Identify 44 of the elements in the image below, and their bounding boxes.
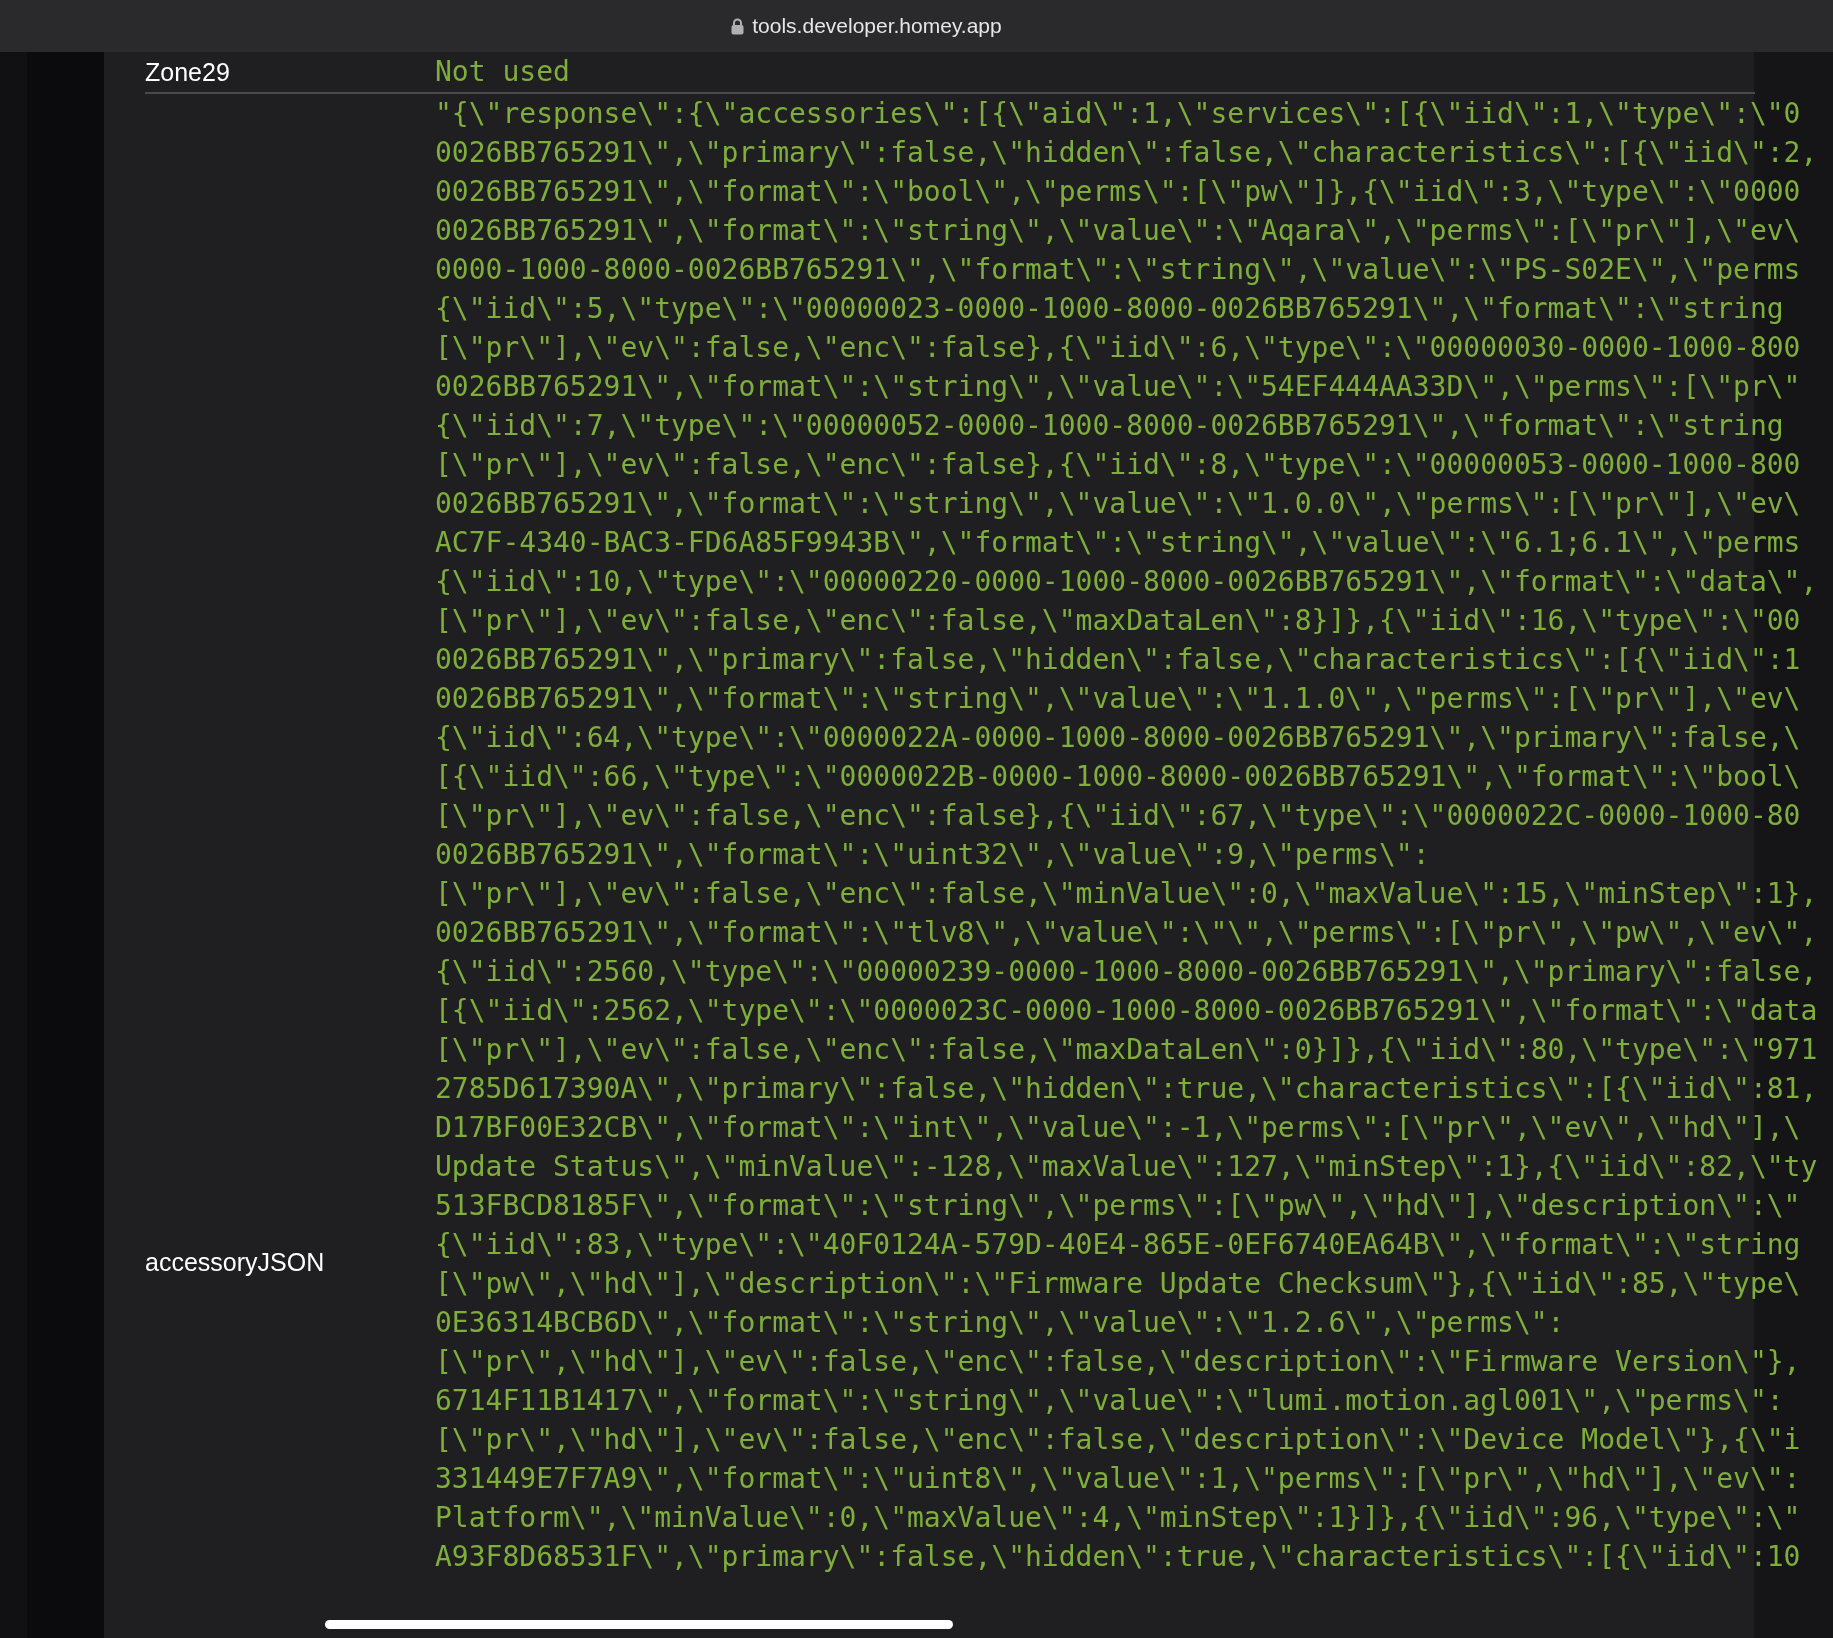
code-line: 2785D617390A\",\"primary\":false,\"hidden\":true,\"characteristics\":[{\"iid\":81, xyxy=(435,1071,1818,1107)
code-line: "{\"response\":{\"accessories\":[{\"aid\":1,\"services\":[{\"iid\":1,\"type\":\"0 xyxy=(435,96,1802,132)
field-label: Zone29 xyxy=(145,57,231,88)
code-line: Update Status\",\"minValue\":-128,\"maxValue\":127,\"minStep\":1},{\"iid\":82,\"ty xyxy=(435,1149,1818,1185)
code-line: 513FBCD8185F\",\"format\":\"string\",\"perms\":[\"pw\",\"hd\"],\"description\":\" xyxy=(435,1188,1802,1224)
code-line: {\"iid\":7,\"type\":\"00000052-0000-1000-8000-0026BB765291\",\"format\":\"string xyxy=(435,408,1785,444)
url-text: tools.developer.homey.app xyxy=(752,13,1002,40)
browser-address-bar[interactable]: tools.developer.homey.app xyxy=(0,0,1833,52)
code-line: A93F8D68531F\",\"primary\":false,\"hidden\":true,\"characteristics\":[{\"iid\":10 xyxy=(435,1539,1802,1575)
code-line: {\"iid\":83,\"type\":\"40F0124A-579D-40E4-865E-0EF6740EA64B\",\"format\":\"string xyxy=(435,1227,1802,1263)
code-line: {\"iid\":5,\"type\":\"00000023-0000-1000-8000-0026BB765291\",\"format\":\"string xyxy=(435,291,1785,327)
code-line: [\"pr\"],\"ev\":false,\"enc\":false,\"minValue\":0,\"maxValue\":15,\"minStep\":1}, xyxy=(435,876,1818,912)
code-line: 6714F11B1417\",\"format\":\"string\",\"value\":\"lumi.motion.agl001\",\"perms\": xyxy=(435,1383,1785,1419)
lock-icon xyxy=(731,17,745,35)
code-line: 0026BB765291\",\"format\":\"tlv8\",\"value\":\"\",\"perms\":[\"pr\",\"pw\",\"ev\", xyxy=(435,915,1818,951)
code-line: [{\"iid\":66,\"type\":\"0000022B-0000-1000-8000-0026BB765291\",\"format\":\"bool\ xyxy=(435,759,1802,795)
code-line: 331449E7F7A9\",\"format\":\"uint8\",\"value\":1,\"perms\":[\"pr\",\"hd\"],\"ev\": xyxy=(435,1461,1802,1497)
code-line: 0000-1000-8000-0026BB765291\",\"format\":\"string\",\"value\":\"PS-S02E\",\"perms xyxy=(435,252,1802,288)
code-line: [\"pr\"],\"ev\":false,\"enc\":false},{\"iid\":6,\"type\":\"00000030-0000-1000-800 xyxy=(435,330,1802,366)
code-line: 0026BB765291\",\"format\":\"uint32\",\"value\":9,\"perms\": xyxy=(435,837,1431,873)
code-line: [\"pr\",\"hd\"],\"ev\":false,\"enc\":false,\"description\":\"Device Model\"},{\"i xyxy=(435,1422,1802,1458)
code-line: {\"iid\":2560,\"type\":\"00000239-0000-1000-8000-0026BB765291\",\"primary\":false, xyxy=(435,954,1818,990)
code-line: [\"pr\"],\"ev\":false,\"enc\":false},{\"iid\":8,\"type\":\"00000053-0000-1000-800 xyxy=(435,447,1802,483)
code-line: [\"pr\"],\"ev\":false,\"enc\":false},{\"iid\":67,\"type\":\"0000022C-0000-1000-80 xyxy=(435,798,1802,834)
code-line: 0026BB765291\",\"format\":\"string\",\"value\":\"Aqara\",\"perms\":[\"pr\"],\"ev\ xyxy=(435,213,1802,249)
code-line: 0E36314BCB6D\",\"format\":\"string\",\"value\":\"1.2.6\",\"perms\": xyxy=(435,1305,1566,1341)
code-line: [\"pr\"],\"ev\":false,\"enc\":false,\"maxDataLen\":8}]},{\"iid\":16,\"type\":\"00 xyxy=(435,603,1802,639)
code-line: AC7F-4340-BAC3-FD6A85F9943B\",\"format\":\"string\",\"value\":\"6.1;6.1\",\"perms xyxy=(435,525,1802,561)
field-value: Not used xyxy=(435,55,570,89)
code-line: 0026BB765291\",\"format\":\"string\",\"value\":\"54EF444AA33D\",\"perms\":[\"pr\" xyxy=(435,369,1802,405)
code-line: D17BF00E32CB\",\"format\":\"int\",\"value\":-1,\"perms\":[\"pr\",\"ev\",\"hd\"],\ xyxy=(435,1110,1802,1146)
code-line: [\"pw\",\"hd\"],\"description\":\"Firmware Update Checksum\"},{\"iid\":85,\"type\ xyxy=(435,1266,1802,1302)
code-line: [\"pr\"],\"ev\":false,\"enc\":false,\"maxDataLen\":0}]},{\"iid\":80,\"type\":\"971 xyxy=(435,1032,1818,1068)
code-line: {\"iid\":10,\"type\":\"00000220-0000-1000-8000-0026BB765291\",\"format\":\"data\", xyxy=(435,564,1818,600)
code-line: Platform\",\"minValue\":0,\"maxValue\":4,\"minStep\":1}]},{\"iid\":96,\"type\":\" xyxy=(435,1500,1802,1536)
field-label: accessoryJSON xyxy=(145,1247,326,1278)
code-line: 0026BB765291\",\"format\":\"string\",\"value\":\"1.1.0\",\"perms\":[\"pr\"],\"ev\ xyxy=(435,681,1802,717)
code-line: [\"pr\",\"hd\"],\"ev\":false,\"enc\":false,\"description\":\"Firmware Version\"}, xyxy=(435,1344,1802,1380)
code-line: 0026BB765291\",\"format\":\"string\",\"value\":\"1.0.0\",\"perms\":[\"pr\"],\"ev\ xyxy=(435,486,1802,522)
code-line: {\"iid\":64,\"type\":\"0000022A-0000-1000-8000-0026BB765291\",\"primary\":false,\ xyxy=(435,720,1802,756)
code-line: [{\"iid\":2562,\"type\":\"0000023C-0000-1000-8000-0026BB765291\",\"format\":\"data xyxy=(435,993,1818,1029)
code-line: 0026BB765291\",\"primary\":false,\"hidden\":false,\"characteristics\":[{\"iid\":2, xyxy=(435,135,1818,171)
code-line: 0026BB765291\",\"format\":\"bool\",\"perms\":[\"pw\"]},{\"iid\":3,\"type\":\"0000 xyxy=(435,174,1802,210)
code-line: 0026BB765291\",\"primary\":false,\"hidden\":false,\"characteristics\":[{\"iid\":1 xyxy=(435,642,1802,678)
